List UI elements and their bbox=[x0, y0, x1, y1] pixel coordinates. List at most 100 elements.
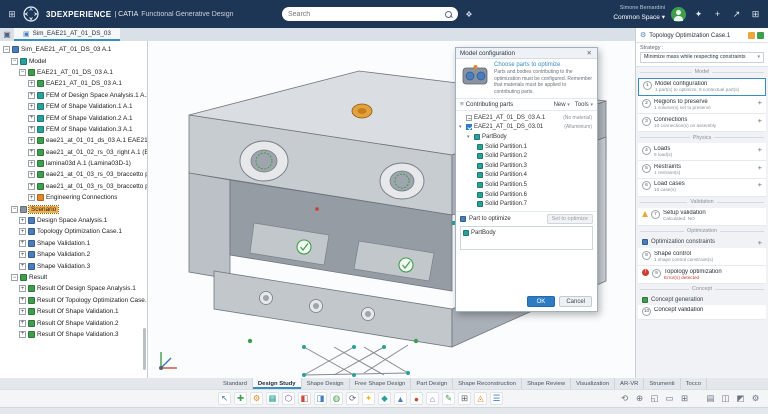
choose-parts-link[interactable]: Choose parts to optimize bbox=[494, 62, 593, 68]
step-shape-control[interactable]: 8 Shape control 1 shape control constrain… bbox=[638, 248, 766, 267]
checkbox-checked[interactable] bbox=[466, 124, 472, 131]
tree-item[interactable]: Shape Validation.2 bbox=[0, 249, 147, 260]
tree-item[interactable]: EAE21_AT_01_DS_03 A.1 bbox=[0, 78, 147, 89]
search-icon[interactable] bbox=[445, 10, 452, 18]
tree-item[interactable]: FEM of Shape Validation.2 A.1 bbox=[0, 112, 147, 123]
tool-icon-12[interactable]: ▲ bbox=[394, 392, 407, 405]
workbench-tab-free-shape-design[interactable]: Free Shape Design bbox=[350, 378, 412, 389]
partbody-row[interactable]: ▾ PartBody bbox=[459, 132, 594, 142]
add-icon[interactable]: + bbox=[758, 239, 762, 247]
tool-icon-16[interactable]: ⊞ bbox=[458, 392, 471, 405]
search-tag-icon[interactable]: ❖ bbox=[462, 7, 476, 21]
partition-row[interactable]: Solid Partition.5 bbox=[459, 180, 594, 190]
partition-row[interactable]: Solid Partition.4 bbox=[459, 171, 594, 181]
panel-status-icon[interactable] bbox=[757, 31, 764, 39]
dialog-title-bar[interactable]: Model configuration ✕ bbox=[456, 48, 597, 59]
tool-icon-06[interactable]: ◧ bbox=[298, 392, 311, 405]
step-setup-validation[interactable]: 7 Setup validation Calculated: NO bbox=[638, 207, 766, 226]
chevron-down-icon[interactable]: ▾ bbox=[459, 124, 464, 130]
set-to-optimize-button[interactable]: Set to optimize bbox=[546, 213, 593, 224]
expander-icon[interactable] bbox=[28, 103, 35, 111]
expander-icon[interactable] bbox=[19, 239, 26, 247]
tool-icon-04[interactable]: ▦ bbox=[266, 392, 279, 405]
workbench-tab-strumenti[interactable]: Strumenti bbox=[644, 378, 681, 389]
tool-icon-13[interactable]: ● bbox=[410, 392, 423, 405]
tool-icon-02[interactable]: ✚ bbox=[234, 392, 247, 405]
tool-icon-18[interactable]: ☰ bbox=[490, 392, 503, 405]
tree-item[interactable]: lamina03d A.1 (Lamina03D-1) bbox=[0, 158, 147, 169]
add-icon[interactable]: + bbox=[758, 146, 762, 154]
apps-grid-icon[interactable]: ⊞ bbox=[749, 8, 762, 21]
tree-item[interactable]: Result Of Shape Validation.3 bbox=[0, 329, 147, 340]
expander-icon[interactable] bbox=[11, 205, 18, 213]
tree-item[interactable]: eae21_at_01_02_rs_03_right A.1 (EA bbox=[0, 147, 147, 158]
tree-item[interactable]: Shape Validation.3 bbox=[0, 260, 147, 271]
tool-icon-08[interactable]: ◍ bbox=[330, 392, 343, 405]
partition-row[interactable]: Solid Partition.7 bbox=[459, 199, 594, 209]
expander-icon[interactable] bbox=[28, 182, 35, 190]
expander-icon[interactable] bbox=[28, 148, 35, 156]
step-connections[interactable]: 3 Connections 10 connection(s) on assembl… bbox=[638, 114, 766, 133]
contributing-part-row[interactable]: EAE21_AT_01_DS_03 A.1 (No material) bbox=[459, 113, 594, 123]
fit-all-icon[interactable]: ◱ bbox=[648, 392, 661, 405]
contributing-part-row[interactable]: ▾ EAE21_AT_01_DS_03.01 (Alluminium) bbox=[459, 123, 594, 133]
workbench-tab-shape-review[interactable]: Shape Review bbox=[522, 378, 572, 389]
zoom-view-icon[interactable]: ⊕ bbox=[633, 392, 646, 405]
expander-icon[interactable] bbox=[28, 160, 35, 168]
tree-item[interactable]: Design Space Analysis.1 bbox=[0, 215, 147, 226]
tool-icon-15[interactable]: ✎ bbox=[442, 392, 455, 405]
expander-icon[interactable] bbox=[11, 274, 18, 281]
share-icon[interactable]: ↗ bbox=[730, 8, 743, 21]
workbench-tab-ar-vr[interactable]: AR-VR bbox=[615, 378, 645, 389]
workbench-tab-visualization[interactable]: Visualization bbox=[571, 378, 616, 389]
ok-button[interactable]: OK bbox=[526, 296, 556, 307]
tool-icon-17[interactable]: ◬ bbox=[474, 392, 487, 405]
tree-item[interactable]: Result Of Design Space Analysis.1 bbox=[0, 283, 147, 294]
step-load-cases[interactable]: 6 Load cases 10 case(s) + bbox=[638, 178, 766, 197]
expander-icon[interactable] bbox=[19, 251, 26, 259]
expander-icon[interactable] bbox=[19, 308, 26, 316]
part-to-optimize-box[interactable]: PartBody bbox=[460, 225, 593, 250]
tree-item[interactable]: Topology Optimization Case.1 bbox=[0, 226, 147, 237]
add-icon[interactable]: + bbox=[758, 164, 762, 172]
expander-icon[interactable] bbox=[28, 80, 35, 88]
document-tab[interactable]: ▣ Sim_EAE21_AT_01_DS_03 bbox=[14, 28, 120, 41]
optimization-constraints-row[interactable]: Optimization constraints + bbox=[636, 237, 768, 249]
tool-icon-11[interactable]: ◆ bbox=[378, 392, 391, 405]
expander-icon[interactable] bbox=[28, 137, 35, 145]
tree-item[interactable]: eae21_at_01_01_ds_03 A.1 EAE21_ bbox=[0, 135, 147, 146]
tool-icon-03[interactable]: ⚙ bbox=[250, 392, 263, 405]
tree-item[interactable]: Result Of Shape Validation.2 bbox=[0, 317, 147, 328]
close-icon[interactable]: ✕ bbox=[586, 49, 593, 57]
expander-icon[interactable] bbox=[28, 91, 35, 99]
workbench-tab-shape-design[interactable]: Shape Design bbox=[302, 378, 350, 389]
workbench-tab-shape-reconstruction[interactable]: Shape Reconstruction bbox=[453, 378, 523, 389]
3dexperience-compass-icon[interactable] bbox=[22, 5, 40, 23]
tree-item[interactable]: FEM of Shape Validation.3 A.1 bbox=[0, 124, 147, 135]
expander-icon[interactable] bbox=[19, 319, 26, 327]
tree-node-result[interactable]: Result bbox=[0, 272, 147, 283]
panel-warnings-icon[interactable] bbox=[748, 31, 755, 39]
add-content-icon[interactable]: + bbox=[711, 8, 724, 21]
expander-icon[interactable] bbox=[19, 68, 26, 76]
tree-item[interactable]: FEM of Design Space Analysis.1 A.1 bbox=[0, 90, 147, 101]
expander-icon[interactable] bbox=[28, 125, 35, 133]
strategy-select[interactable]: Minimize mass while respecting constrain… bbox=[640, 52, 764, 63]
checkbox-unset[interactable] bbox=[466, 114, 472, 121]
isometric-view-icon[interactable]: ⊞ bbox=[678, 392, 691, 405]
expander-icon[interactable] bbox=[11, 57, 18, 65]
workbench-tab-tocco[interactable]: Tocco bbox=[681, 378, 707, 389]
pan-view-icon[interactable]: ▭ bbox=[663, 392, 676, 405]
tool-icon-05[interactable]: ⬡ bbox=[282, 392, 295, 405]
hide-show-icon[interactable]: ◩ bbox=[734, 392, 747, 405]
space-selector[interactable]: Common Space ▾ bbox=[613, 13, 665, 22]
expander-icon[interactable] bbox=[19, 285, 26, 293]
cancel-button[interactable]: Cancel bbox=[559, 296, 592, 307]
view-settings-icon[interactable]: ⚙ bbox=[749, 392, 762, 405]
partition-row[interactable]: Solid Partition.6 bbox=[459, 190, 594, 200]
tree-node-assembly[interactable]: EAE21_AT_01_DS_03 A.1 bbox=[0, 67, 147, 78]
expander-icon[interactable] bbox=[3, 46, 10, 54]
workbench-tab-design-study[interactable]: Design Study bbox=[252, 378, 302, 389]
tool-icon-14[interactable]: ⌂ bbox=[426, 392, 439, 405]
workbench-tab-standard[interactable]: Standard bbox=[218, 378, 253, 389]
